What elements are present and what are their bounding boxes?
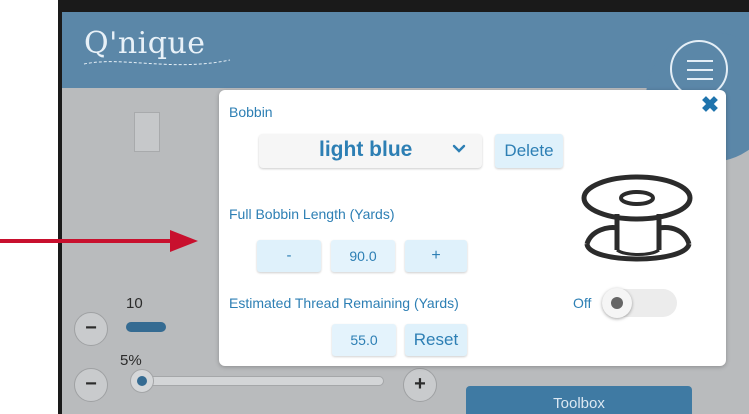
delete-bobbin-button[interactable]: Delete xyxy=(495,134,563,168)
slider-track[interactable] xyxy=(126,322,166,332)
full-length-input[interactable]: 90.0 xyxy=(331,240,395,272)
decrease-length-button[interactable]: - xyxy=(257,240,321,272)
bobbin-dialog: Bobbin ✖ light blue Delete Full Bobbin L… xyxy=(219,90,726,366)
app-screen: Q'nique 10 − 5% − + Toolbox Bobbin ✖ lig… xyxy=(62,12,749,414)
menu-line-icon xyxy=(687,69,713,71)
bobbin-color-value: light blue xyxy=(319,138,413,161)
slider-value-label: 10 xyxy=(126,295,143,312)
chevron-down-icon xyxy=(452,144,466,153)
background-card xyxy=(134,112,160,152)
annotation-arrow-icon xyxy=(0,230,198,252)
close-icon[interactable]: ✖ xyxy=(699,94,721,116)
menu-line-icon xyxy=(687,60,713,62)
percent-slider-value-label: 5% xyxy=(120,352,142,369)
bobbin-label: Bobbin xyxy=(229,104,273,120)
remaining-thread-input[interactable]: 55.0 xyxy=(332,324,396,356)
percent-slider-thumb[interactable] xyxy=(130,369,154,393)
increase-length-button[interactable]: + xyxy=(405,240,467,272)
toggle-state-label: Off xyxy=(573,295,592,311)
toggle-knob xyxy=(602,288,632,318)
bobbin-spool-icon xyxy=(581,174,693,262)
full-bobbin-length-label: Full Bobbin Length (Yards) xyxy=(229,206,395,222)
percent-minus-button[interactable]: − xyxy=(74,368,108,402)
slider-minus-button[interactable]: − xyxy=(74,312,108,346)
screenshot-stage: Q'nique 10 − 5% − + Toolbox Bobbin ✖ lig… xyxy=(0,0,749,414)
toolbox-button[interactable]: Toolbox xyxy=(466,386,692,414)
logo-swoosh-icon xyxy=(83,59,231,66)
percent-slider-track[interactable] xyxy=(136,376,384,386)
estimated-remaining-label: Estimated Thread Remaining (Yards) xyxy=(229,295,459,311)
slider-fill xyxy=(126,322,166,332)
bobbin-color-select[interactable]: light blue xyxy=(259,134,482,168)
app-header: Q'nique xyxy=(62,12,749,88)
bobbin-toggle-switch[interactable] xyxy=(602,288,677,318)
reset-remaining-button[interactable]: Reset xyxy=(405,324,467,356)
percent-plus-button[interactable]: + xyxy=(403,368,437,402)
menu-line-icon xyxy=(687,78,713,80)
